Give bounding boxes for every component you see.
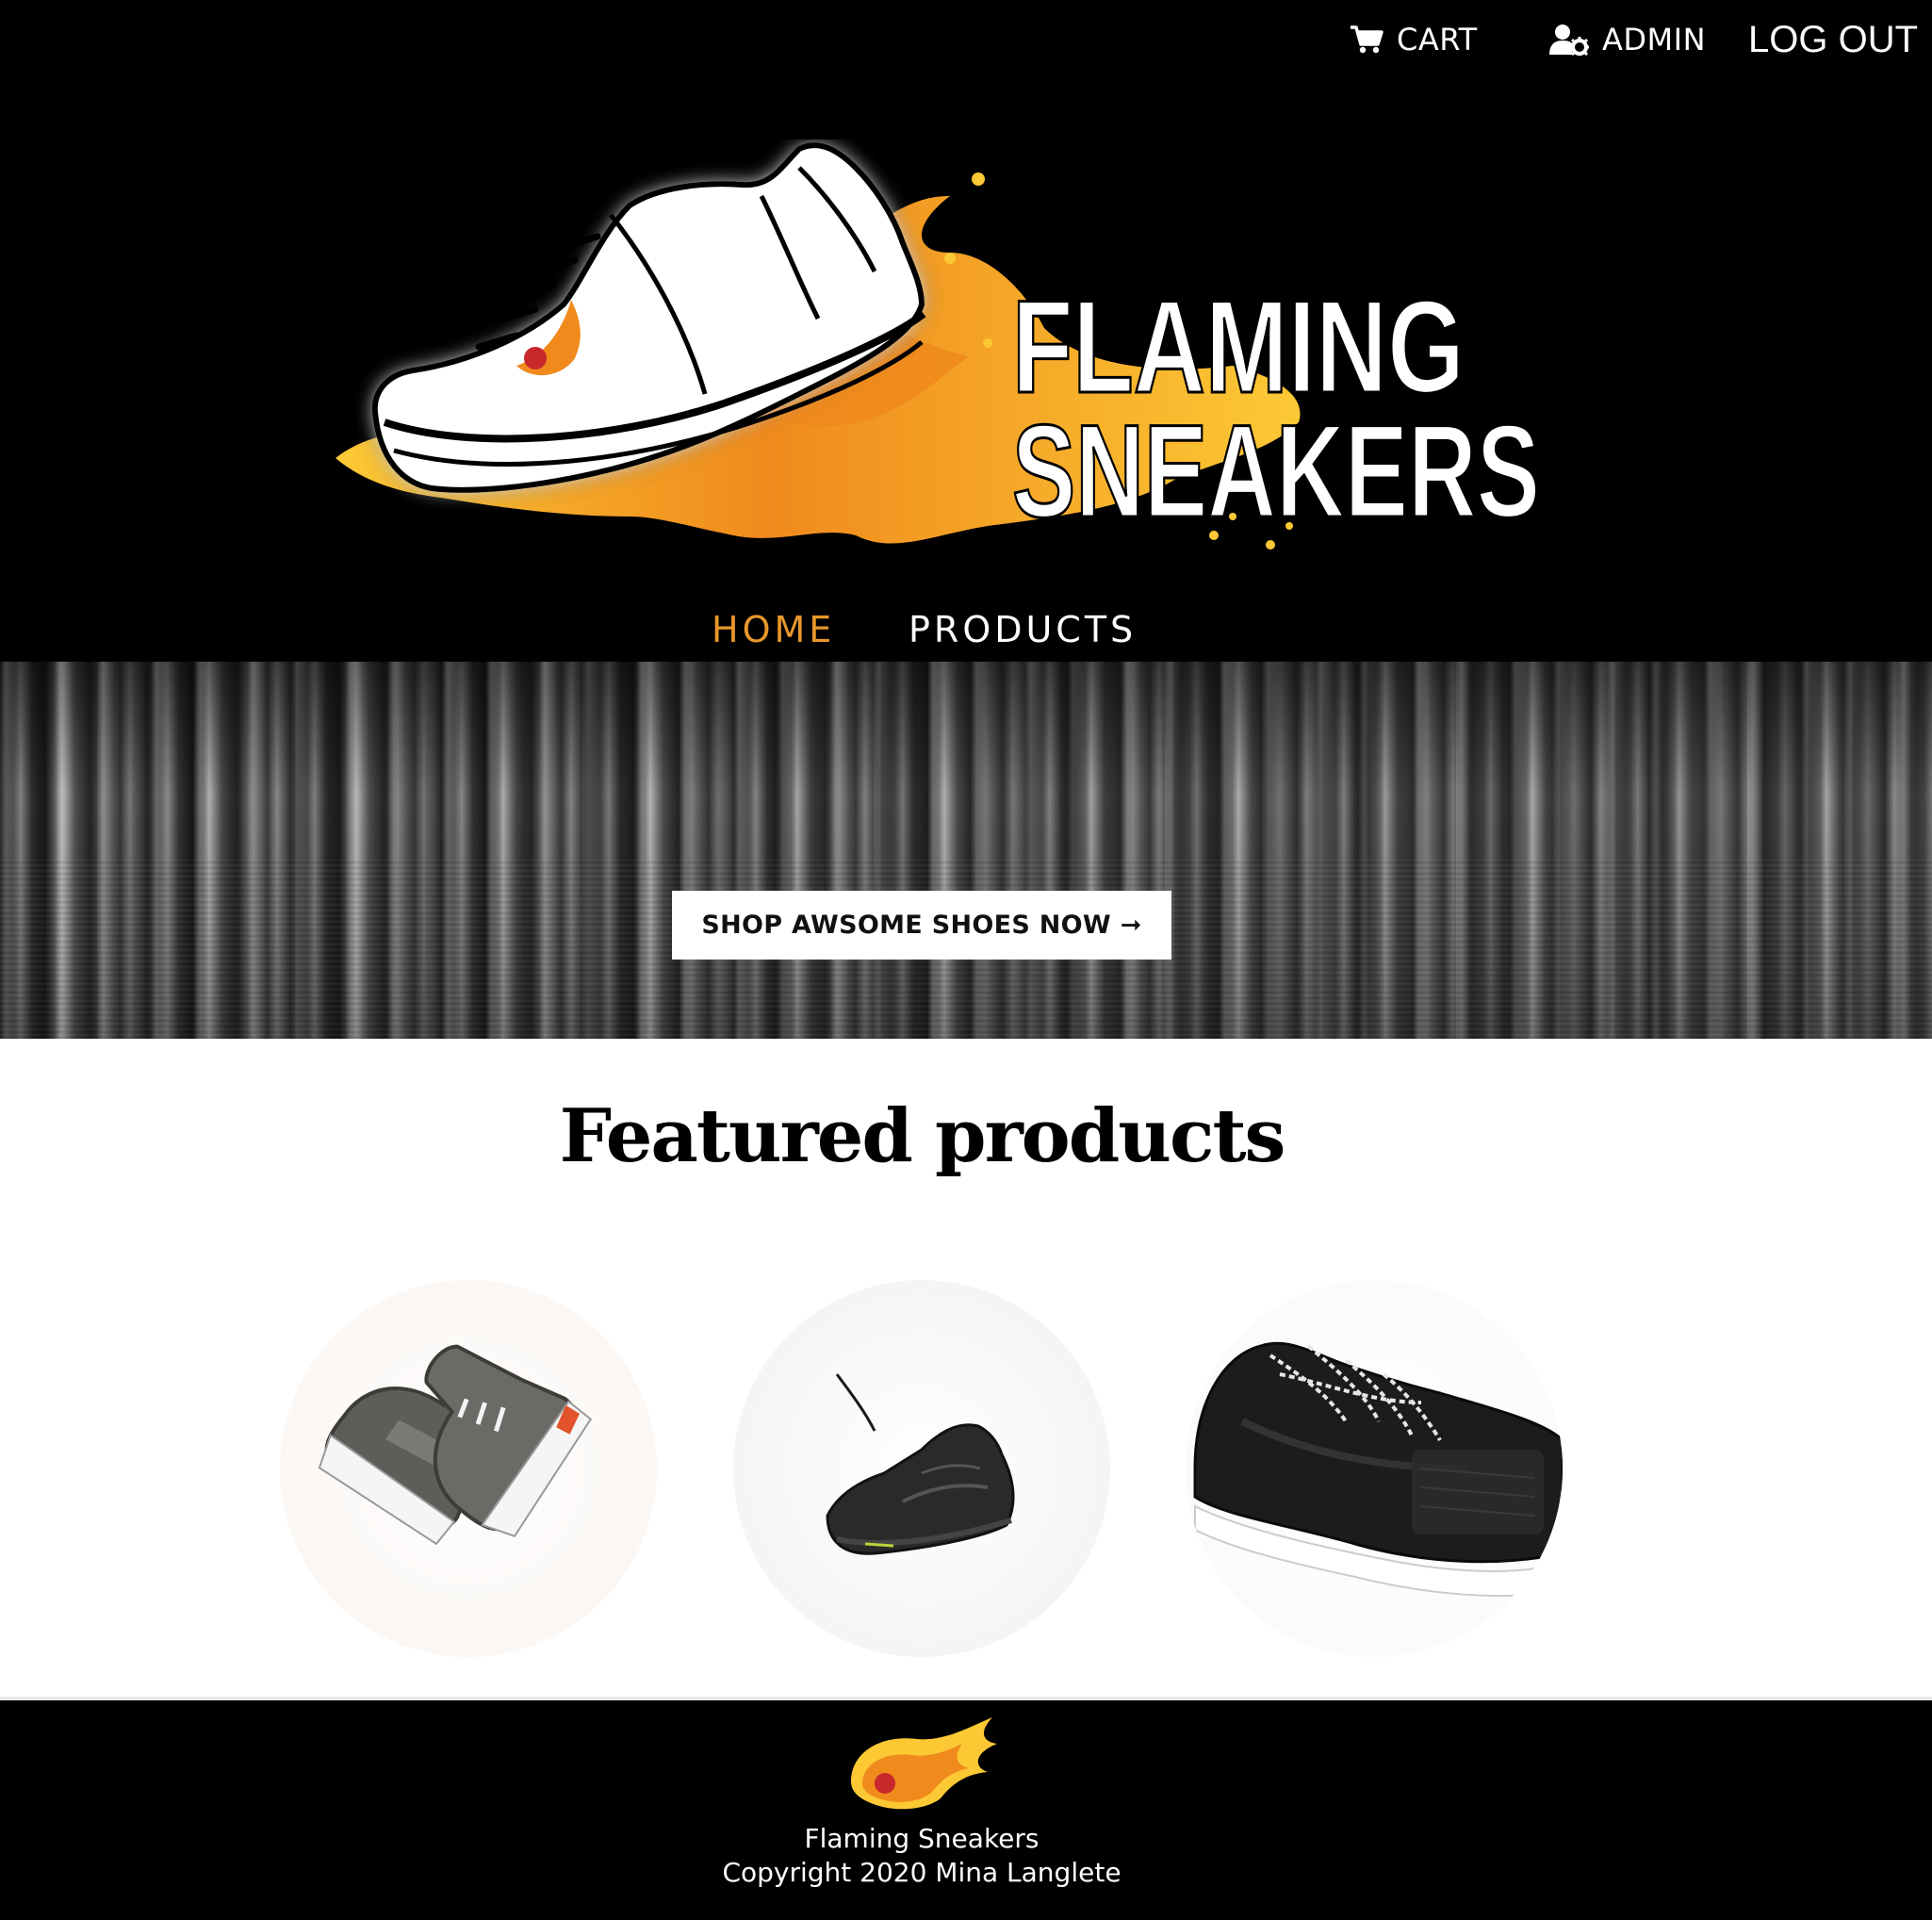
featured-product-2[interactable] [733, 1280, 1110, 1657]
featured-product-1[interactable] [280, 1280, 657, 1657]
black-running-shoe-image [826, 1373, 1015, 1555]
flaming-sneaker-logo-graphic: FLAMING SNEAKERS [336, 142, 1542, 550]
cart-label: CART [1397, 22, 1478, 57]
logout-link[interactable]: LOG OUT [1748, 15, 1918, 64]
hero-banner [0, 662, 1932, 1039]
cart-icon [1351, 25, 1384, 54]
admin-link[interactable]: ADMIN [1549, 15, 1706, 64]
black-mesh-sneakers-image [1193, 1341, 1563, 1597]
user-cog-icon [1549, 25, 1589, 56]
logout-label: LOG OUT [1748, 18, 1919, 60]
logo-line2: SNEAKERS [1012, 397, 1540, 545]
grey-hightop-sneakers-image [318, 1344, 593, 1546]
cart-link[interactable]: CART [1350, 15, 1478, 64]
featured-title: Featured products [559, 1093, 1286, 1179]
nav-item-home[interactable]: HOME [712, 603, 835, 656]
site-footer: Flaming Sneakers Copyright 2020 Mina Lan… [0, 1697, 1932, 1920]
footer-copyright: Copyright 2020 Mina Langlete [722, 1857, 1122, 1888]
site-logo[interactable]: FLAMING SNEAKERS [328, 139, 1553, 573]
flame-logo-icon [851, 1717, 997, 1810]
footer-brand-name: Flaming Sneakers [804, 1823, 1040, 1854]
shop-now-button[interactable]: SHOP AWSOME SHOES NOW ➞ [672, 891, 1171, 960]
featured-product-3[interactable] [1186, 1280, 1563, 1657]
admin-label: ADMIN [1602, 22, 1707, 57]
nav-item-products[interactable]: PRODUCTS [909, 603, 1137, 656]
site-header: CART ADMIN LOG OUT FLAMING SNEAKERS HOME… [0, 0, 1932, 662]
